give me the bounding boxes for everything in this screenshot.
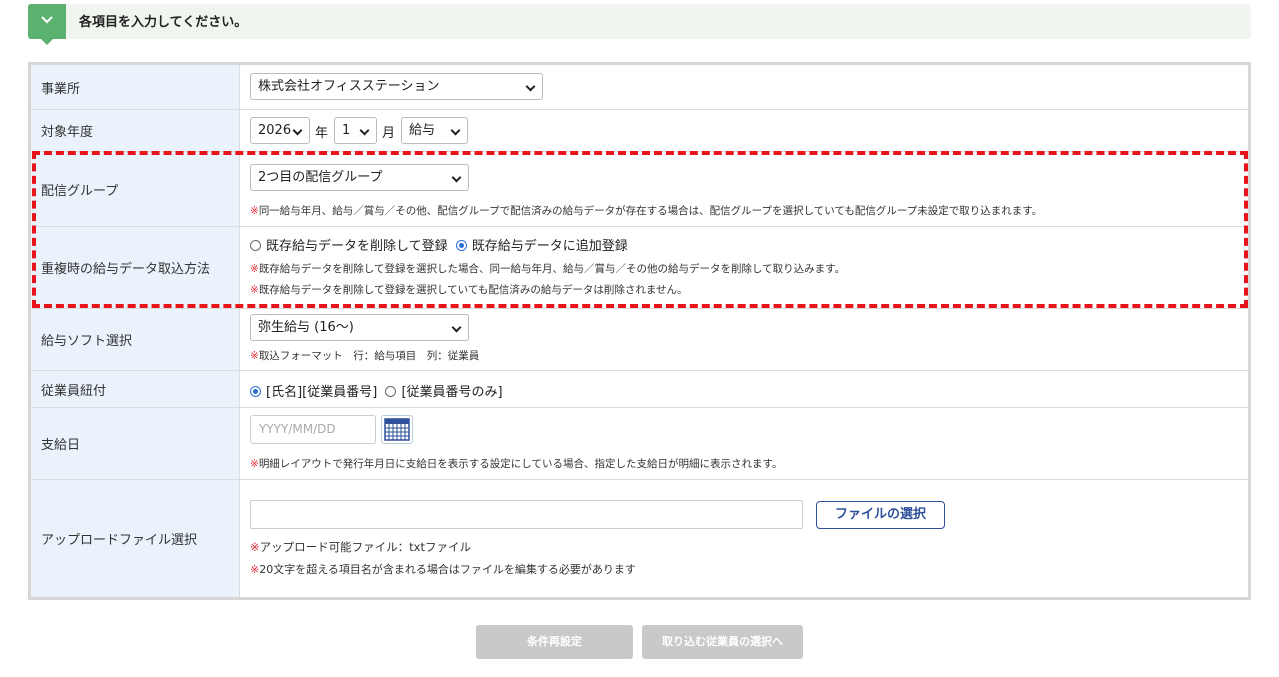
calendar-icon xyxy=(384,418,410,441)
chevron-down-icon xyxy=(292,125,303,136)
salary-software-select[interactable]: 弥生給与 (16～) xyxy=(250,314,469,341)
month-select-value: 1 xyxy=(342,123,351,138)
radio-append-register[interactable]: 既存給与データに追加登録 xyxy=(455,239,628,254)
upload-note-2: ※20文字を超える項目名が含まれる場合はファイルを編集する必要があります xyxy=(250,561,636,577)
chevron-down-icon xyxy=(450,125,461,136)
payment-date-note: ※明細レイアウトで発行年月日に支給日を表示する設定にしている場合、指定した支給日… xyxy=(250,456,782,471)
payment-date-label: 支給日 xyxy=(31,408,240,479)
radio-circle[interactable] xyxy=(385,386,397,397)
chevron-down-icon xyxy=(451,322,462,333)
row-payment-date: 支給日 YYYY/MM/DD ※明細レイアウトで発行年月日に支給日を表示する設定… xyxy=(31,408,1248,480)
note-text: 取込フォーマット 行：給与項目 列：従業員 xyxy=(258,350,480,362)
upload-note-1: ※アップロード可能ファイル：txtファイル xyxy=(250,539,471,555)
row-duplicate-method: 重複時の給与データ取込方法 既存給与データを削除して登録 既存給与データに追加登… xyxy=(31,227,1248,309)
chevron-down-icon xyxy=(359,125,370,136)
note-text: 既存給与データを削除して登録を選択していても配信済みの給与データは削除されません… xyxy=(258,284,688,296)
year-select[interactable]: 2026 xyxy=(250,117,310,144)
duplicate-options: 既存給与データを削除して登録 既存給与データに追加登録 xyxy=(250,235,628,254)
radio-label: [従業員番号のみ] xyxy=(401,385,503,400)
note-text: 既存給与データを削除して登録を選択した場合、同一給与年月、給与／賞与／その他の給… xyxy=(258,263,846,275)
delivery-group-value: 2つ目の配信グループ xyxy=(258,170,383,185)
banner-text: 各項目を入力してください。 xyxy=(79,15,248,30)
office-select-value: 株式会社オフィスステーション xyxy=(258,79,440,94)
row-salary-software: 給与ソフト選択 弥生給与 (16～) ※取込フォーマット 行：給与項目 列：従業… xyxy=(31,309,1248,371)
note-mark: ※ xyxy=(250,350,259,362)
upload-file-label: アップロードファイル選択 xyxy=(31,480,240,597)
note-mark: ※ xyxy=(250,563,260,576)
delivery-group-note: ※同一給与年月、給与／賞与／その他、配信グループで配信済みの給与データが存在する… xyxy=(250,203,1042,218)
radio-name-and-number[interactable]: [氏名][従業員番号] xyxy=(250,385,377,400)
employee-link-label: 従業員紐付 xyxy=(31,371,240,407)
chevron-down-icon xyxy=(41,16,53,24)
radio-label: 既存給与データに追加登録 xyxy=(471,239,628,254)
radio-number-only[interactable]: [従業員番号のみ] xyxy=(385,385,503,400)
row-upload-file: アップロードファイル選択 ファイルの選択 ※アップロード可能ファイル：txtファ… xyxy=(31,480,1248,597)
note-text: 同一給与年月、給与／賞与／その他、配信グループで配信済みの給与データが存在する場… xyxy=(258,205,1043,217)
chevron-down-icon xyxy=(525,81,536,92)
salary-type-select[interactable]: 給与 xyxy=(401,117,468,144)
chevron-down-icon xyxy=(451,172,462,183)
note-text: アップロード可能ファイル：txtファイル xyxy=(259,540,471,554)
row-target-year: 対象年度 2026 年 1 月 給与 xyxy=(31,110,1248,152)
radio-delete-and-register[interactable]: 既存給与データを削除して登録 xyxy=(250,239,448,254)
payment-date-input[interactable]: YYYY/MM/DD xyxy=(250,415,376,444)
row-office: 事業所 株式会社オフィスステーション xyxy=(31,65,1248,110)
duplicate-note-2: ※既存給与データを削除して登録を選択していても配信済みの給与データは削除されませ… xyxy=(250,282,688,297)
calendar-button[interactable] xyxy=(381,415,413,444)
file-path-input[interactable] xyxy=(250,500,803,529)
delivery-group-label: 配信グループ xyxy=(31,152,240,226)
note-text: 明細レイアウトで発行年月日に支給日を表示する設定にしている場合、指定した支給日が… xyxy=(258,458,783,470)
target-year-label: 対象年度 xyxy=(31,110,240,151)
note-mark: ※ xyxy=(250,540,260,554)
salary-type-value: 給与 xyxy=(409,123,436,138)
duplicate-method-label: 重複時の給与データ取込方法 xyxy=(31,227,240,308)
note-mark: ※ xyxy=(250,458,259,470)
radio-label: [氏名][従業員番号] xyxy=(266,385,378,400)
month-select[interactable]: 1 xyxy=(334,117,377,144)
row-delivery-group: 配信グループ 2つ目の配信グループ ※同一給与年月、給与／賞与／その他、配信グル… xyxy=(31,152,1248,227)
office-label: 事業所 xyxy=(31,65,240,109)
select-employees-button[interactable]: 取り込む従業員の選択へ xyxy=(642,625,803,659)
duplicate-note-1: ※既存給与データを削除して登録を選択した場合、同一給与年月、給与／賞与／その他の… xyxy=(250,261,845,276)
choose-file-button[interactable]: ファイルの選択 xyxy=(816,501,945,529)
delivery-group-select[interactable]: 2つ目の配信グループ xyxy=(250,164,469,191)
note-mark: ※ xyxy=(250,284,259,296)
radio-circle-selected[interactable] xyxy=(250,386,261,397)
salary-software-label: 給与ソフト選択 xyxy=(31,309,240,370)
month-unit: 月 xyxy=(382,126,396,141)
radio-circle[interactable] xyxy=(250,240,261,251)
year-select-value: 2026 xyxy=(258,123,292,138)
radio-label: 既存給与データを削除して登録 xyxy=(266,239,448,254)
note-text: 20文字を超える項目名が含まれる場合はファイルを編集する必要があります xyxy=(259,563,636,576)
row-employee-link: 従業員紐付 [氏名][従業員番号] [従業員番号のみ] xyxy=(31,371,1248,408)
note-mark: ※ xyxy=(250,205,259,217)
reset-conditions-button[interactable]: 条件再設定 xyxy=(476,625,633,659)
salary-software-value: 弥生給与 (16～) xyxy=(258,320,354,335)
office-select[interactable]: 株式会社オフィスステーション xyxy=(250,73,543,100)
banner-toggle[interactable] xyxy=(28,4,66,45)
import-settings-form: 事業所 株式会社オフィスステーション 対象年度 2026 年 1 月 給与 配信… xyxy=(28,62,1251,600)
year-unit: 年 xyxy=(315,126,329,141)
employee-link-options: [氏名][従業員番号] [従業員番号のみ] xyxy=(250,381,503,400)
radio-circle-selected[interactable] xyxy=(455,240,467,251)
salary-software-note: ※取込フォーマット 行：給与項目 列：従業員 xyxy=(250,348,479,363)
note-mark: ※ xyxy=(250,263,259,275)
